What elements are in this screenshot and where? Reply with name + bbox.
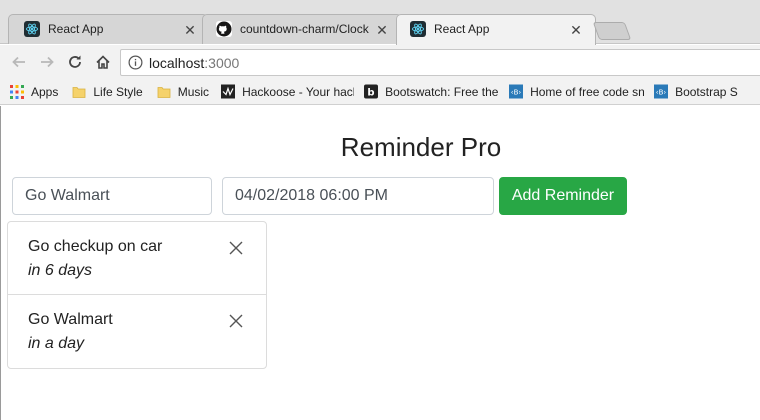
hackoose-icon (221, 84, 236, 99)
bookmark-label: Bootswatch: Free the (385, 84, 499, 99)
page-content: Reminder Pro Go Walmart 04/02/2018 06:00… (0, 106, 760, 420)
reload-icon[interactable] (64, 51, 86, 73)
reminder-text-input[interactable]: Go Walmart (12, 177, 212, 215)
folder-icon (157, 85, 171, 99)
svg-text:‹B›: ‹B› (511, 89, 522, 97)
tab-1-content: React App (24, 14, 186, 44)
tab-3-content: React App (410, 14, 572, 44)
reminder-text: Go checkup on car (28, 238, 163, 255)
reminder-list-item: Go checkup on car in 6 days (8, 222, 266, 295)
bookmark-label: Hackoose - Your hack (242, 84, 355, 99)
reminder-list-item: Go Walmart in a day (8, 295, 266, 368)
folder-icon (72, 85, 86, 99)
add-reminder-button[interactable]: Add Reminder (499, 177, 627, 215)
tab-2-content: countdown-charm/Clock (216, 14, 378, 44)
back-arrow-icon[interactable] (8, 51, 30, 73)
apps-grid-icon (10, 84, 24, 99)
close-tab-icon[interactable]: ✕ (182, 22, 198, 38)
url-host: localhost (149, 54, 205, 71)
react-icon (410, 21, 426, 37)
react-icon (24, 21, 40, 37)
reminder-list: Go checkup on car in 6 days Go Walmart i… (7, 221, 267, 369)
reminder-datetime-value: 04/02/2018 06:00 PM (235, 187, 389, 204)
tab-strip: React App ✕ countdown-charm/Clock ✕ Reac… (0, 0, 760, 45)
close-icon[interactable] (228, 240, 244, 256)
tab-title: React App (434, 22, 490, 36)
bookmark-label: Home of free code sn (530, 84, 645, 99)
close-tab-icon[interactable]: ✕ (374, 22, 390, 38)
github-icon (216, 21, 232, 37)
svg-text:b: b (367, 88, 374, 99)
new-tab-button[interactable] (592, 22, 632, 40)
close-icon[interactable] (228, 313, 244, 329)
tab-title: React App (48, 22, 104, 36)
bookmark-life-style[interactable]: Life Style (72, 84, 143, 99)
bootswatch-icon: b (364, 84, 379, 99)
bookmark-bootstrap[interactable]: ‹B› Bootstrap S (654, 84, 738, 99)
bookmark-apps[interactable]: Apps (10, 84, 59, 99)
bootsnipp-icon: ‹B› (509, 84, 524, 99)
reminder-due: in a day (28, 335, 85, 352)
reminder-due: in 6 days (28, 262, 93, 279)
browser-toolbar: localhost:3000 (0, 45, 760, 79)
bookmark-label: Music (177, 84, 210, 99)
bookmark-label: Bootstrap S (675, 84, 738, 99)
reminder-datetime-input[interactable]: 04/02/2018 06:00 PM (222, 177, 494, 215)
address-bar[interactable]: localhost:3000 (120, 49, 760, 76)
info-icon[interactable] (127, 55, 143, 71)
page-title: Reminder Pro (340, 132, 502, 162)
bookmarks-bar: Apps Life Style Music Hackoose - Your ha… (0, 79, 760, 105)
bookmark-bootsnipp-home[interactable]: ‹B› Home of free code sn (509, 84, 645, 99)
close-tab-icon[interactable]: ✕ (568, 22, 584, 38)
forward-arrow-icon[interactable] (36, 51, 58, 73)
bookmark-hackoose[interactable]: Hackoose - Your hack (221, 84, 355, 99)
bootsnipp-icon: ‹B› (654, 84, 669, 99)
tab-title: countdown-charm/Clock (240, 22, 369, 36)
bookmark-bootswatch[interactable]: b Bootswatch: Free the (364, 84, 499, 99)
url-port: :3000 (204, 54, 240, 71)
bookmark-music[interactable]: Music (157, 85, 209, 99)
bookmark-label: Life Style (93, 84, 143, 99)
reminder-text: Go Walmart (28, 311, 113, 328)
bookmark-label: Apps (31, 84, 59, 99)
reminder-text-value: Go Walmart (25, 187, 110, 204)
home-icon[interactable] (92, 51, 114, 73)
svg-text:‹B›: ‹B› (656, 89, 667, 97)
